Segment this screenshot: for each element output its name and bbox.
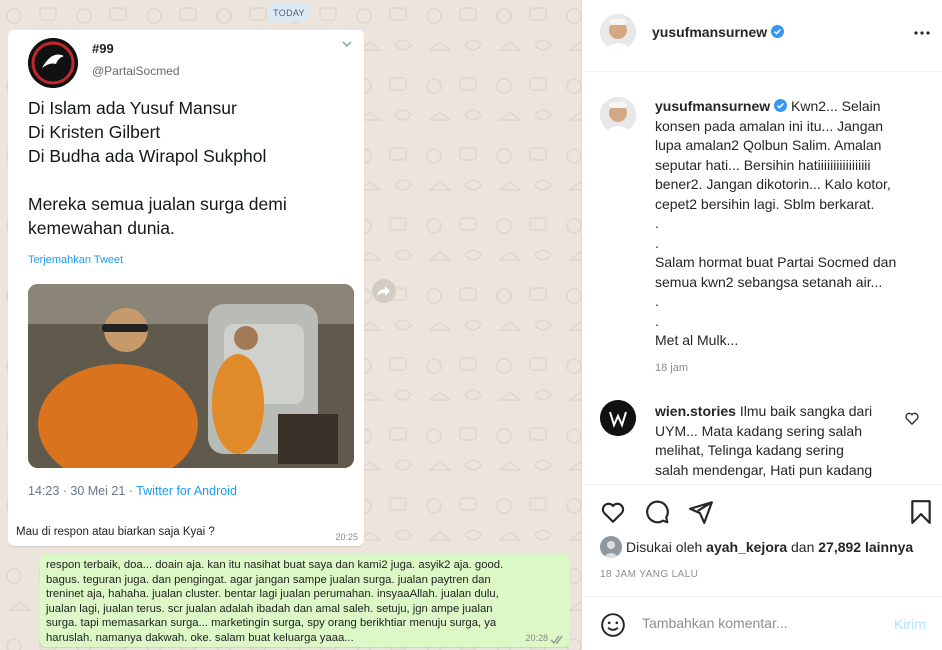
caption-line: semua kwn2 sebangsa setanah air... bbox=[655, 273, 883, 290]
post-header: yusufmansurnew bbox=[582, 0, 942, 72]
comment-line: melihat, Telinga kadang sering bbox=[655, 442, 844, 458]
caption-line: . bbox=[655, 234, 659, 251]
post-caption: yusufmansurnew Kwn2... Selain konsen pad… bbox=[655, 97, 927, 351]
avatar[interactable] bbox=[600, 400, 636, 436]
like-comment-heart-icon[interactable] bbox=[904, 410, 920, 426]
caption-line: Salam hormat buat Partai Socmed dan bbox=[655, 254, 897, 270]
tweet-photo[interactable] bbox=[28, 284, 354, 468]
caption-line: Kwn2... Selain bbox=[791, 98, 881, 114]
avatar[interactable] bbox=[600, 14, 636, 50]
more-options-icon[interactable] bbox=[912, 23, 932, 43]
tweet-line: Di Islam ada Yusuf Mansur bbox=[28, 98, 237, 118]
outgoing-time: 20:28 bbox=[525, 633, 548, 643]
verified-badge-icon bbox=[771, 25, 785, 38]
caption-time: 18 jam bbox=[655, 362, 689, 374]
post-comment-button[interactable]: Kirim bbox=[894, 616, 926, 632]
avatar[interactable] bbox=[600, 97, 636, 133]
tweet-avatar bbox=[28, 38, 78, 88]
comment-line: Ilmu baik sangka dari bbox=[739, 403, 873, 419]
avatar bbox=[600, 536, 622, 558]
tweet-handle: @PartaiSocmed bbox=[92, 64, 180, 78]
outgoing-line: haruslah. namanya dakwah. oke. salam bua… bbox=[46, 631, 354, 644]
likes-count[interactable]: 27,892 lainnya bbox=[818, 539, 913, 555]
outgoing-line: jualan lagi, jualan terus. scr jualan ad… bbox=[46, 602, 493, 615]
caption-username[interactable]: yusufmansurnew bbox=[655, 98, 770, 114]
caption-line: . bbox=[655, 293, 659, 309]
caption-line: konsen pada amalan ini itu... Jangan bbox=[655, 117, 884, 134]
tweet-line: kemewahan dunia. bbox=[28, 218, 175, 238]
caption-line: . bbox=[655, 215, 659, 231]
comment-icon[interactable] bbox=[644, 499, 670, 525]
tweet-name: #99 bbox=[92, 41, 114, 56]
tweet-screenshot: #99 @PartaiSocmed Di Islam ada Yusuf Man… bbox=[12, 34, 360, 518]
likes-prefix: Disukai oleh bbox=[626, 539, 707, 555]
outgoing-line: bagus. teguran juga. dan pengingat. agar… bbox=[46, 573, 491, 586]
outgoing-message-bubble[interactable]: respon terbaik, doa... doain aja. kan it… bbox=[40, 554, 570, 647]
incoming-caption: Mau di respon atau biarkan saja Kyai ? bbox=[16, 526, 215, 538]
likes-user[interactable]: ayah_kejora bbox=[706, 539, 787, 555]
caption-line: cepet2 bersihin lagi. Sblm berkarat. bbox=[655, 195, 875, 212]
chevron-down-icon bbox=[342, 41, 352, 48]
heart-icon[interactable] bbox=[600, 499, 626, 525]
caption-line: seputar hati... Bersihin hatiiiiiiiiiiii… bbox=[655, 156, 871, 173]
username-text[interactable]: yusufmansurnew bbox=[652, 24, 767, 40]
instagram-post-panel: yusufmansurnew yusufmansurnew Kwn2... Se… bbox=[581, 0, 942, 650]
bookmark-icon[interactable] bbox=[908, 499, 934, 525]
incoming-time: 20:25 bbox=[335, 532, 358, 542]
tweet-meta: 14:23 · 30 Mei 21 · Twitter for Android bbox=[28, 484, 237, 498]
outgoing-line: surga. tapi memasarkan surga... marketin… bbox=[46, 617, 497, 630]
tweet-source: Twitter for Android bbox=[136, 484, 237, 498]
caption-line: lupa amalan2 Qolbun Salim. Amalan bbox=[655, 137, 882, 153]
header-username[interactable]: yusufmansurnew bbox=[652, 24, 785, 40]
post-date: 18 JAM YANG LALU bbox=[600, 569, 699, 580]
tweet-line: Mereka semua jualan surga demi bbox=[28, 194, 287, 214]
forward-button[interactable] bbox=[372, 279, 396, 303]
comment: wien.stories Ilmu baik sangka dari UYM..… bbox=[655, 402, 895, 480]
verified-badge-icon bbox=[774, 99, 788, 112]
tweet-timestamp: 14:23 · 30 Mei 21 · bbox=[28, 484, 137, 498]
comment-username[interactable]: wien.stories bbox=[655, 403, 736, 419]
likes-mid: dan bbox=[787, 539, 819, 555]
post-actions bbox=[582, 484, 942, 536]
double-check-icon bbox=[550, 635, 563, 644]
caption-line: Met al Mulk... bbox=[655, 332, 739, 348]
incoming-message-bubble[interactable]: #99 @PartaiSocmed Di Islam ada Yusuf Man… bbox=[8, 30, 364, 546]
comment-line: salah mendengar, Hati pun kadang bbox=[655, 461, 873, 478]
add-comment-bar: Kirim bbox=[582, 596, 942, 650]
share-icon[interactable] bbox=[688, 499, 714, 525]
comment-input[interactable] bbox=[642, 615, 872, 631]
translate-tweet-link[interactable]: Terjemahkan Tweet bbox=[28, 254, 123, 266]
likes-summary: Disukai oleh ayah_kejora dan 27,892 lain… bbox=[600, 536, 913, 558]
whatsapp-chat-pane: TODAY #99 @PartaiSocmed Di Islam ada Yus… bbox=[0, 0, 581, 650]
outgoing-line: treninet aja, hahaha. jualan cluster. be… bbox=[46, 588, 499, 601]
date-chip: TODAY bbox=[268, 4, 310, 22]
outgoing-line: respon terbaik, doa... doain aja. kan it… bbox=[46, 559, 504, 571]
comment-line: UYM... Mata kadang sering salah bbox=[655, 422, 862, 439]
forward-icon bbox=[377, 286, 390, 296]
emoji-icon[interactable] bbox=[600, 612, 626, 638]
tweet-line: Di Kristen Gilbert bbox=[28, 122, 161, 142]
caption-line: . bbox=[655, 312, 659, 329]
tweet-line: Di Budha ada Wirapol Sukphol bbox=[28, 146, 267, 166]
caption-line: bener2. Jangan dikotorin... Kalo kotor, bbox=[655, 176, 891, 192]
